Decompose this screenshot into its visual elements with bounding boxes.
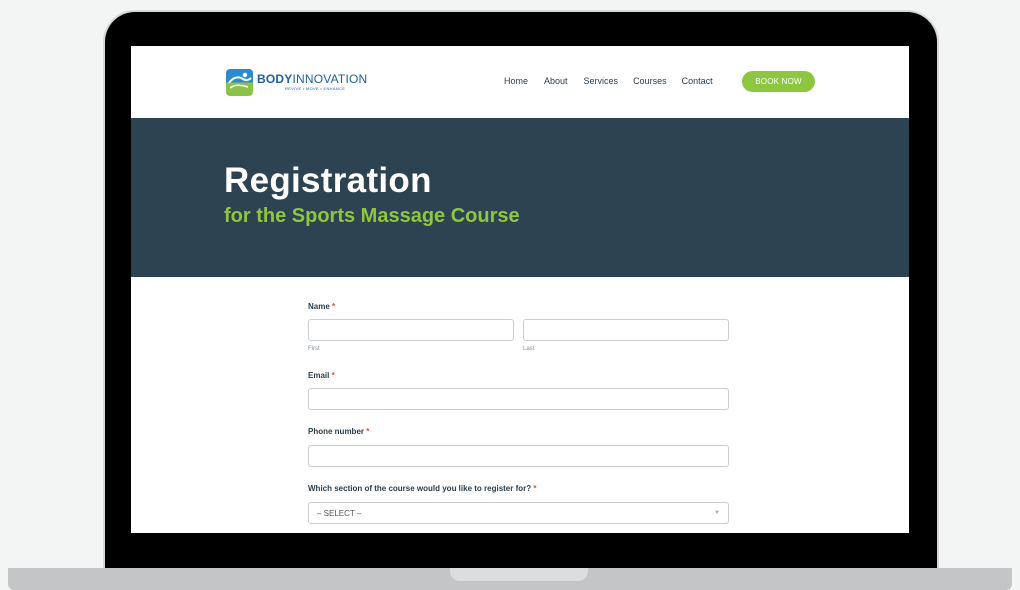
required-mark: * [533,484,537,493]
laptop-notch [450,568,588,581]
brand-name-light: INNOVATION [292,72,368,86]
registration-form: Name * First Last Email * Phone number *… [131,277,909,533]
chevron-down-icon: ▼ [714,510,720,516]
last-name-input[interactable] [523,319,729,341]
required-mark: * [366,427,370,436]
laptop-screen: BODYINNOVATION REVIVE • MOVE • ENHANCE H… [131,46,909,533]
required-mark: * [332,302,336,311]
page-subtitle: for the Sports Massage Course [224,205,520,227]
email-field[interactable] [308,388,729,410]
section-label-text: Which section of the course would you li… [308,484,532,493]
nav-contact[interactable]: Contact [682,76,713,86]
name-label: Name * [308,302,335,311]
brand-tagline: REVIVE • MOVE • ENHANCE [285,86,346,91]
hero-banner: Registration for the Sports Massage Cour… [131,118,909,277]
logo-mark-icon [226,68,253,96]
required-mark: * [331,371,335,380]
phone-label: Phone number * [308,427,369,436]
page-title: Registration [224,161,432,200]
email-label: Email * [308,371,335,380]
section-select-value: – SELECT – [317,508,362,518]
brand-logo[interactable]: BODYINNOVATION REVIVE • MOVE • ENHANCE [226,68,367,96]
last-name-sublabel: Last [523,346,535,352]
section-select[interactable]: – SELECT – ▼ [308,502,729,524]
phone-label-text: Phone number [308,427,365,436]
nav-about[interactable]: About [544,76,568,86]
nav-home[interactable]: Home [504,76,528,86]
first-name-input[interactable] [308,319,514,341]
phone-field[interactable] [308,445,729,467]
email-label-text: Email [308,371,330,380]
first-name-sublabel: First [308,346,320,352]
main-nav: Home About Services Courses Contact [504,76,713,86]
book-now-button[interactable]: BOOK NOW [742,71,815,92]
nav-services[interactable]: Services [584,76,619,86]
site-header: BODYINNOVATION REVIVE • MOVE • ENHANCE H… [131,46,909,118]
brand-wordmark: BODYINNOVATION REVIVE • MOVE • ENHANCE [257,73,367,91]
brand-name-bold: BODY [257,72,293,86]
name-label-text: Name [308,302,330,311]
nav-courses[interactable]: Courses [633,76,667,86]
section-label: Which section of the course would you li… [308,484,537,493]
